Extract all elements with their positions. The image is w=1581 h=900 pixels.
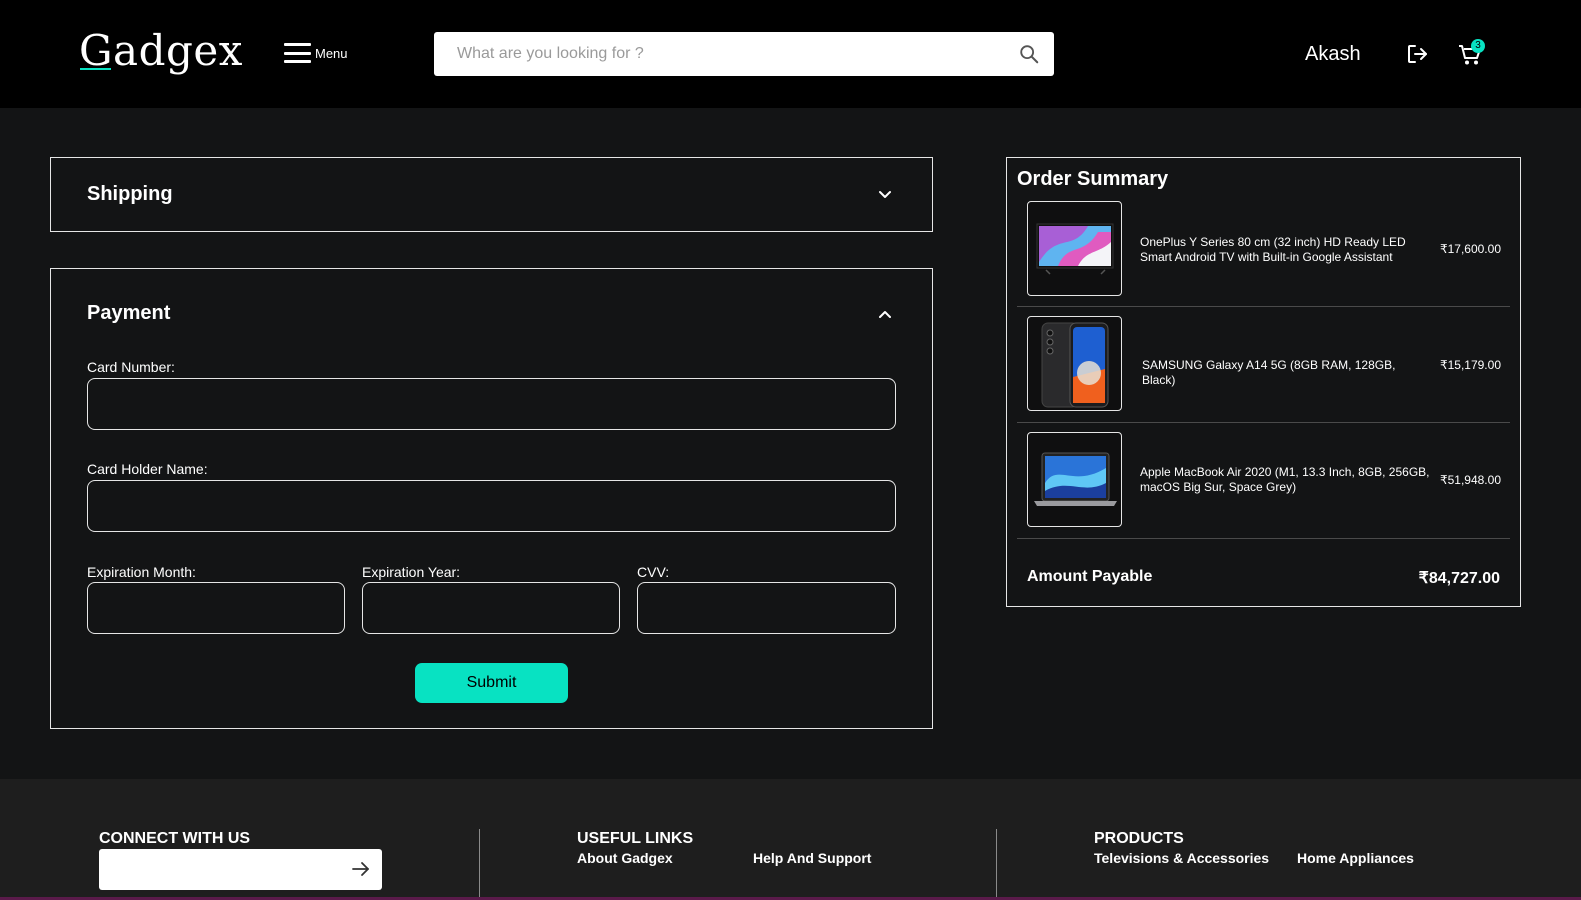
- search-input[interactable]: [434, 32, 1004, 76]
- phone-thumbnail: [1027, 316, 1122, 411]
- products-heading: PRODUCTS: [1094, 830, 1184, 847]
- order-item[interactable]: OnePlus Y Series 80 cm (32 inch) HD Read…: [1017, 191, 1510, 307]
- amount-payable-label: Amount Payable: [1027, 568, 1153, 585]
- footer-link-about[interactable]: About Gadgex: [577, 850, 673, 866]
- cvv-field[interactable]: [637, 582, 896, 634]
- newsletter-box: [99, 849, 382, 890]
- search-bar: [434, 32, 1054, 76]
- tv-thumbnail: [1027, 201, 1122, 296]
- footer-link-home-appliances[interactable]: Home Appliances: [1297, 850, 1414, 866]
- logout-icon[interactable]: [1405, 42, 1429, 66]
- logo-underline: [80, 68, 111, 70]
- footer-divider: [479, 829, 480, 900]
- card-number-label: Card Number:: [87, 359, 175, 375]
- exp-year-field[interactable]: [362, 582, 620, 634]
- item-name: OnePlus Y Series 80 cm (32 inch) HD Read…: [1140, 235, 1406, 264]
- item-price: ₹15,179.00: [1439, 358, 1501, 372]
- item-name: Apple MacBook Air 2020 (M1, 13.3 Inch, 8…: [1140, 465, 1430, 494]
- laptop-thumbnail: [1027, 432, 1122, 527]
- hamburger-icon: [284, 43, 311, 63]
- menu-button[interactable]: Menu: [284, 43, 348, 63]
- menu-label: Menu: [315, 45, 348, 61]
- connect-heading: CONNECT WITH US: [99, 830, 251, 847]
- submit-button[interactable]: Submit: [415, 663, 568, 703]
- exp-month-label: Expiration Month:: [87, 564, 196, 580]
- cvv-label: CVV:: [637, 564, 670, 580]
- amount-payable-value: ₹84,727.00: [1418, 570, 1500, 587]
- footer: CONNECT WITH US USEFUL LINKS About Gadge…: [0, 779, 1581, 900]
- item-name: SAMSUNG Galaxy A14 5G (8GB RAM, 128GB, B…: [1142, 358, 1396, 387]
- card-holder-label: Card Holder Name:: [87, 461, 208, 477]
- order-summary-title: Order Summary: [1017, 168, 1169, 190]
- footer-link-help[interactable]: Help And Support: [753, 850, 871, 866]
- payment-panel: Payment Card Number: Card Holder Name: E…: [50, 268, 933, 729]
- exp-month-field[interactable]: [87, 582, 345, 634]
- useful-links-heading: USEFUL LINKS: [577, 830, 694, 847]
- chevron-down-icon[interactable]: [878, 190, 892, 200]
- item-price: ₹17,600.00: [1439, 242, 1501, 256]
- item-price: ₹51,948.00: [1439, 473, 1501, 487]
- order-item[interactable]: SAMSUNG Galaxy A14 5G (8GB RAM, 128GB, B…: [1017, 307, 1510, 423]
- payment-title: Payment: [87, 302, 171, 324]
- shipping-panel[interactable]: Shipping: [50, 157, 933, 232]
- search-icon[interactable]: [1018, 43, 1040, 65]
- arrow-right-icon[interactable]: [352, 861, 370, 877]
- cart-count-badge: 3: [1471, 39, 1485, 53]
- card-number-field[interactable]: [87, 378, 896, 430]
- order-summary-panel: Order Summary OnePlus Y Series 80 cm (32…: [1006, 157, 1521, 607]
- order-item[interactable]: Apple MacBook Air 2020 (M1, 13.3 Inch, 8…: [1017, 423, 1510, 539]
- shipping-title: Shipping: [87, 183, 173, 205]
- footer-divider: [996, 829, 997, 900]
- top-header: Gadgex Menu Akash 3: [0, 0, 1581, 108]
- exp-year-label: Expiration Year:: [362, 564, 461, 580]
- card-holder-field[interactable]: [87, 480, 896, 532]
- chevron-up-icon[interactable]: [878, 309, 892, 319]
- newsletter-email-input[interactable]: [99, 849, 339, 890]
- user-name[interactable]: Akash: [1305, 43, 1361, 66]
- footer-link-televisions[interactable]: Televisions & Accessories: [1094, 850, 1269, 866]
